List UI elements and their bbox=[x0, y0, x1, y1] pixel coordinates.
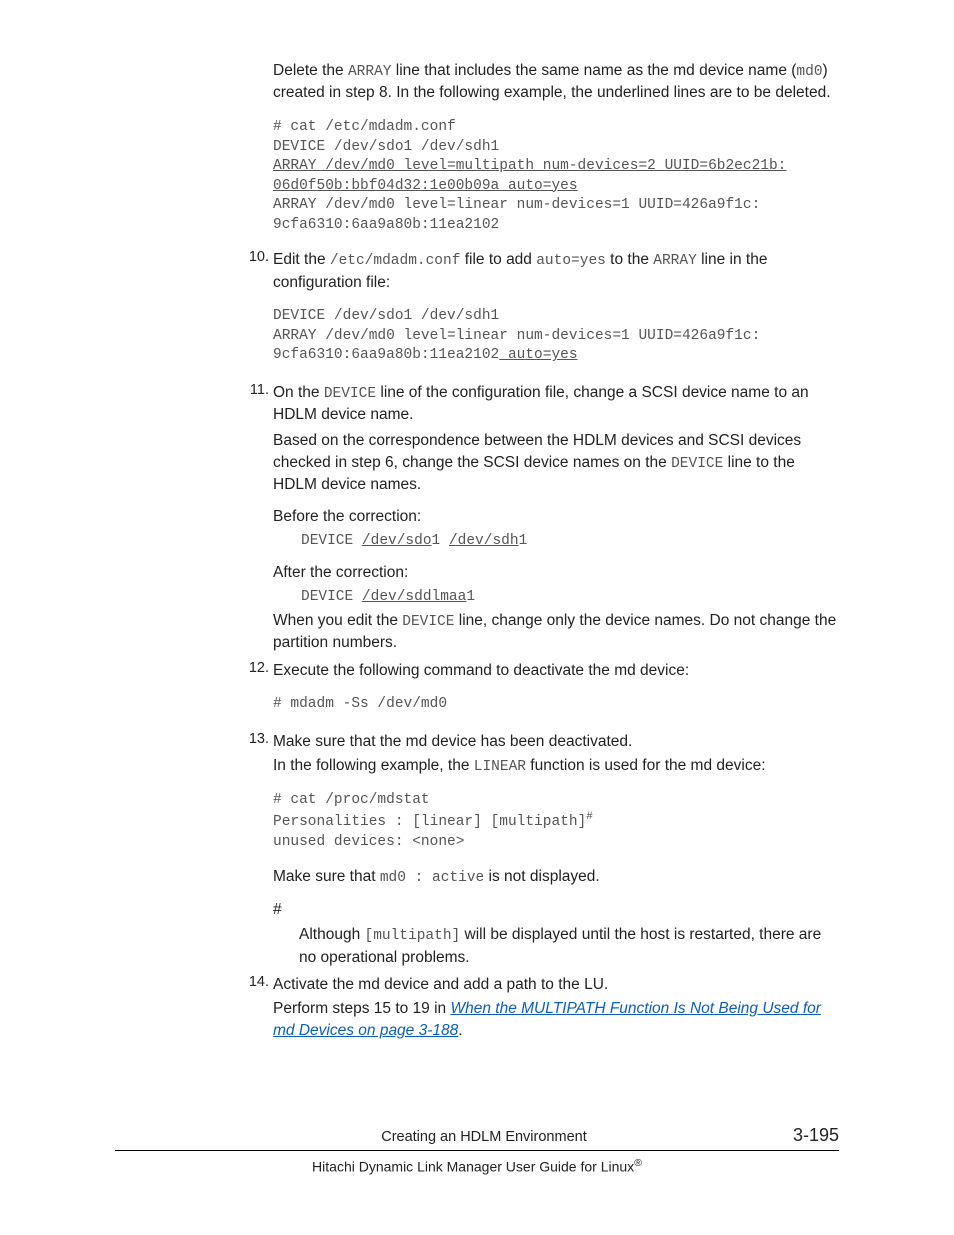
step-12: 12. Execute the following command to dea… bbox=[115, 660, 839, 717]
step-14: 14. Activate the md device and add a pat… bbox=[115, 974, 839, 1041]
intro-paragraph: Delete the ARRAY line that includes the … bbox=[273, 60, 839, 104]
code-block-mdadm-conf: # cat /etc/mdadm.conf DEVICE /dev/sdo1 /… bbox=[273, 118, 839, 235]
page-number: 3-195 bbox=[793, 1125, 839, 1146]
after-correction: After the correction: DEVICE /dev/sddlma… bbox=[273, 562, 839, 608]
footnote-marker: # bbox=[273, 899, 839, 921]
before-correction: Before the correction: DEVICE /dev/sdo1 … bbox=[273, 506, 839, 552]
code-block-auto-yes: DEVICE /dev/sdo1 /dev/sdh1 ARRAY /dev/md… bbox=[273, 307, 839, 366]
footnote-body: Although [multipath] will be displayed u… bbox=[273, 924, 839, 968]
step-number: 10. bbox=[239, 249, 273, 368]
page-footer: Creating an HDLM Environment 3-195 Hitac… bbox=[115, 1125, 839, 1175]
step-13: 13. Make sure that the md device has bee… bbox=[115, 731, 839, 968]
step-number: 13. bbox=[239, 731, 273, 968]
step-number: 12. bbox=[239, 660, 273, 717]
footer-guide-title: Hitachi Dynamic Link Manager User Guide … bbox=[115, 1157, 839, 1175]
step-10: 10. Edit the /etc/mdadm.conf file to add… bbox=[115, 249, 839, 368]
step-number: 11. bbox=[239, 382, 273, 654]
step-number: 14. bbox=[239, 974, 273, 1041]
code-block-deactivate: # mdadm -Ss /dev/md0 bbox=[273, 695, 839, 715]
step-9-continuation: Delete the ARRAY line that includes the … bbox=[115, 60, 839, 235]
step-11: 11. On the DEVICE line of the configurat… bbox=[115, 382, 839, 654]
footer-chapter-title: Creating an HDLM Environment bbox=[175, 1129, 793, 1145]
code-block-mdstat: # cat /proc/mdstat Personalities : [line… bbox=[273, 791, 839, 853]
